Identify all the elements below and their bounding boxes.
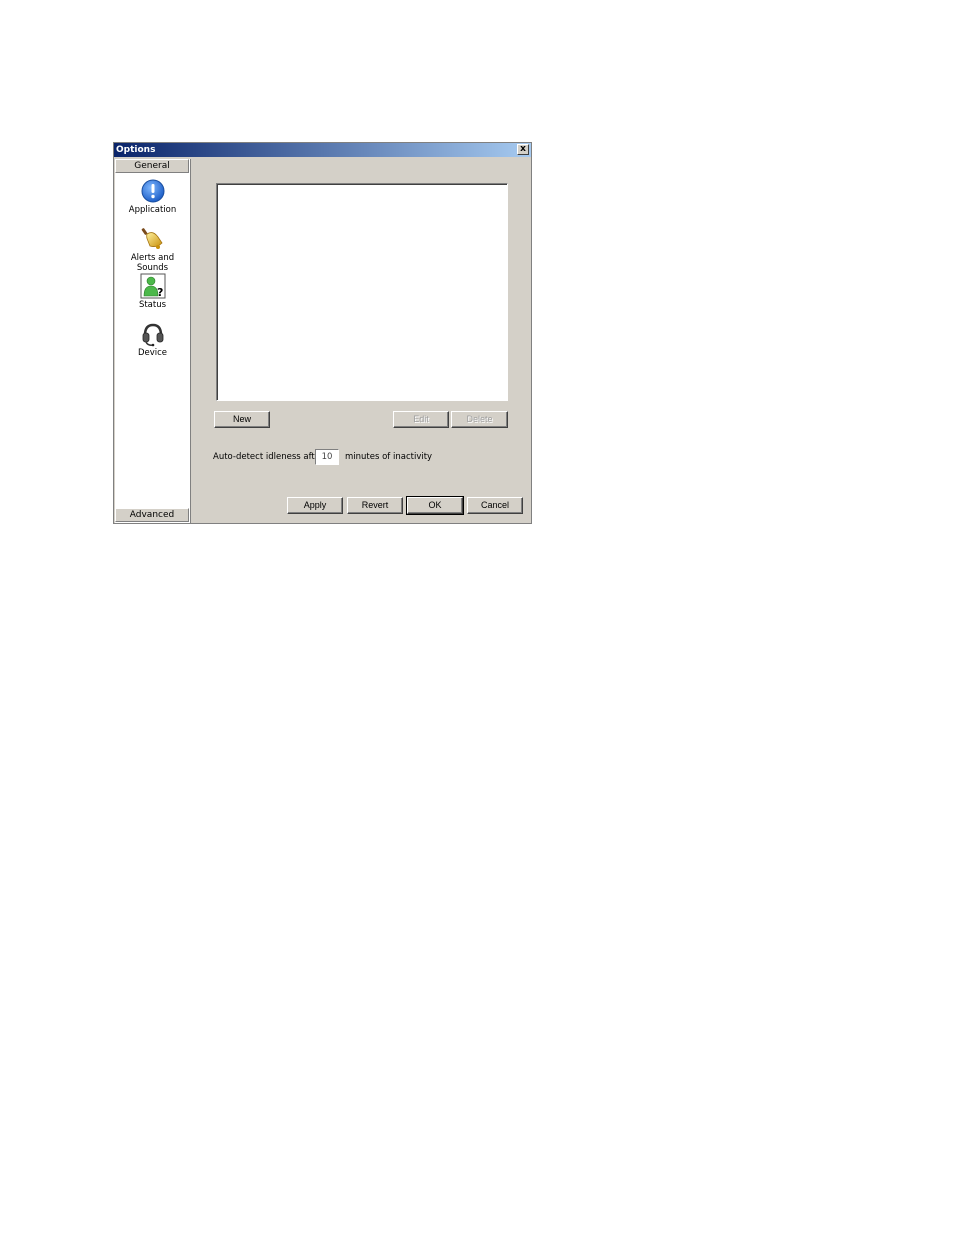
sidebar-item-application[interactable]: Application (115, 178, 190, 215)
revert-button[interactable]: Revert (347, 497, 403, 514)
new-button[interactable]: New (214, 411, 270, 428)
title-bar[interactable]: Options x (114, 143, 531, 157)
options-dialog: Options x General Application Alerts and… (113, 142, 532, 524)
sidebar-item-alerts-and-sounds[interactable]: Alerts and Sounds (115, 226, 190, 273)
status-list[interactable] (216, 183, 508, 401)
close-icon: x (520, 144, 526, 154)
sidebar-item-label: Device (137, 348, 168, 358)
edit-button[interactable]: Edit (393, 411, 449, 428)
ok-button[interactable]: OK (406, 496, 464, 515)
sidebar-item-status[interactable]: ? Status (115, 273, 190, 310)
sidebar-header-advanced[interactable]: Advanced (115, 508, 189, 522)
window-title: Options (116, 145, 156, 155)
svg-text:?: ? (157, 286, 163, 299)
bell-icon (141, 228, 163, 249)
headset-icon (142, 323, 163, 347)
sidebar-item-label: Application (128, 205, 177, 215)
sidebar-item-label: Status (138, 300, 167, 310)
idle-minutes-input[interactable] (315, 449, 339, 465)
idle-prefix-label: Auto-detect idleness after (213, 452, 324, 462)
close-button[interactable]: x (517, 144, 529, 155)
idle-suffix-label: minutes of inactivity (345, 452, 433, 462)
sidebar-item-device[interactable]: Device (115, 321, 190, 358)
sidebar: General Application Alerts and Sounds ? … (115, 159, 191, 523)
info-exclamation-icon (141, 179, 164, 203)
user-status-question-icon: ? (140, 273, 165, 299)
sidebar-header-general[interactable]: General (115, 159, 189, 173)
cancel-button[interactable]: Cancel (467, 497, 523, 514)
delete-button[interactable]: Delete (451, 411, 508, 428)
sidebar-item-label: Alerts and Sounds (130, 253, 175, 273)
apply-button[interactable]: Apply (287, 497, 343, 514)
